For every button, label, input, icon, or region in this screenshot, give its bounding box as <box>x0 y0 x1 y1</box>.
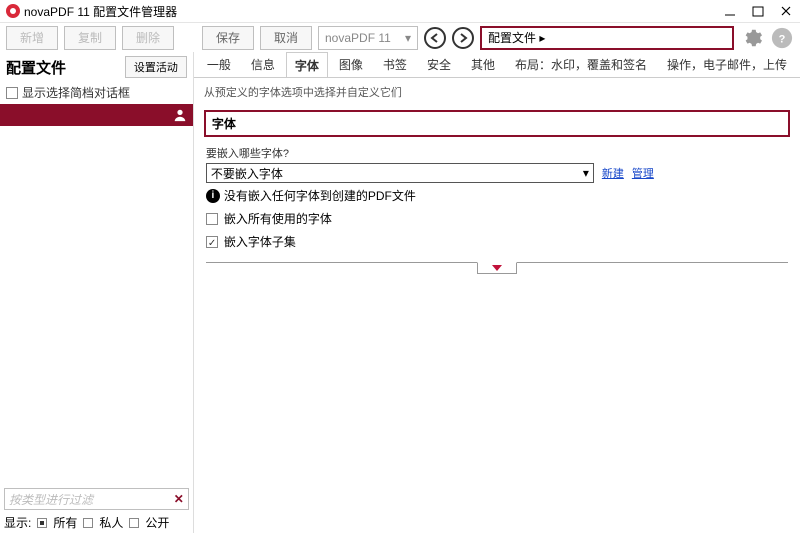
opt-private-radio[interactable] <box>83 518 93 528</box>
embed-all-checkbox[interactable] <box>206 213 218 225</box>
embed-subset-checkbox[interactable] <box>206 236 218 248</box>
info-text: 没有嵌入任何字体到创建的PDF文件 <box>224 187 416 204</box>
help-icon[interactable]: ? <box>770 26 794 50</box>
chevron-down-icon: ▾ <box>405 31 411 45</box>
window-title: novaPDF 11 配置文件管理器 <box>24 3 177 20</box>
triangle-down-icon <box>492 265 502 271</box>
tab-bar: 一般 信息 字体 图像 书签 安全 其他 布局：水印，覆盖和签名 操作，电子邮件… <box>194 52 800 78</box>
filter-placeholder: 按类型进行过滤 <box>9 491 93 508</box>
tab-general[interactable]: 一般 <box>198 52 240 77</box>
new-button[interactable]: 新增 <box>6 26 58 50</box>
tab-layout[interactable]: 布局：水印，覆盖和签名 <box>506 52 656 77</box>
tab-images[interactable]: 图像 <box>330 52 372 77</box>
opt-private-label: 私人 <box>99 514 123 531</box>
nav-back-button[interactable] <box>424 27 446 49</box>
tab-security[interactable]: 安全 <box>418 52 460 77</box>
opt-all-radio[interactable] <box>37 518 47 528</box>
opt-public-label: 公开 <box>145 514 169 531</box>
embed-dropdown[interactable]: 不要嵌入字体 ▾ <box>206 163 594 183</box>
section-title: 字体 <box>204 110 790 137</box>
nav-forward-button[interactable] <box>452 27 474 49</box>
settings-gear-icon[interactable] <box>740 26 764 50</box>
tab-fonts[interactable]: 字体 <box>286 52 328 78</box>
collapse-toggle[interactable] <box>477 262 517 274</box>
chevron-down-icon: ▾ <box>583 166 589 180</box>
link-new[interactable]: 新建 <box>602 165 624 181</box>
embed-label: 要嵌入哪些字体? <box>206 145 788 161</box>
delete-button[interactable]: 删除 <box>122 26 174 50</box>
svg-text:?: ? <box>779 33 786 45</box>
embed-dropdown-value: 不要嵌入字体 <box>211 165 283 182</box>
app-icon <box>6 4 20 18</box>
sidebar-profile-band[interactable] <box>0 104 193 126</box>
user-icon <box>173 108 187 122</box>
tab-other[interactable]: 其他 <box>462 52 504 77</box>
profile-dropdown-value: novaPDF 11 <box>325 31 391 45</box>
clear-filter-icon[interactable]: ✕ <box>174 492 184 506</box>
sidebar-title: 配置文件 <box>6 57 66 78</box>
tab-actions[interactable]: 操作，电子邮件，上传 <box>658 52 796 77</box>
tab-info[interactable]: 信息 <box>242 52 284 77</box>
show-label: 显示: <box>4 514 31 531</box>
opt-all-label: 所有 <box>53 514 77 531</box>
embed-all-label: 嵌入所有使用的字体 <box>224 210 332 227</box>
cancel-button[interactable]: 取消 <box>260 26 312 50</box>
embed-subset-label: 嵌入字体子集 <box>224 233 296 250</box>
tab-bookmarks[interactable]: 书签 <box>374 52 416 77</box>
close-button[interactable] <box>778 3 794 19</box>
show-dialog-checkbox[interactable] <box>6 87 18 99</box>
minimize-button[interactable] <box>722 3 738 19</box>
set-active-button[interactable]: 设置活动 <box>125 56 187 78</box>
info-icon: i <box>206 189 220 203</box>
filter-input[interactable]: 按类型进行过滤 ✕ <box>4 488 189 510</box>
profile-dropdown[interactable]: novaPDF 11 ▾ <box>318 26 418 50</box>
section-divider <box>206 262 788 276</box>
link-manage[interactable]: 管理 <box>632 165 654 181</box>
save-button[interactable]: 保存 <box>202 26 254 50</box>
opt-public-radio[interactable] <box>129 518 139 528</box>
breadcrumb[interactable]: 配置文件 ▸ <box>480 26 734 50</box>
maximize-button[interactable] <box>750 3 766 19</box>
tab-description: 从预定义的字体选项中选择并自定义它们 <box>194 78 800 106</box>
copy-button[interactable]: 复制 <box>64 26 116 50</box>
show-dialog-label: 显示选择简档对话框 <box>22 84 130 101</box>
